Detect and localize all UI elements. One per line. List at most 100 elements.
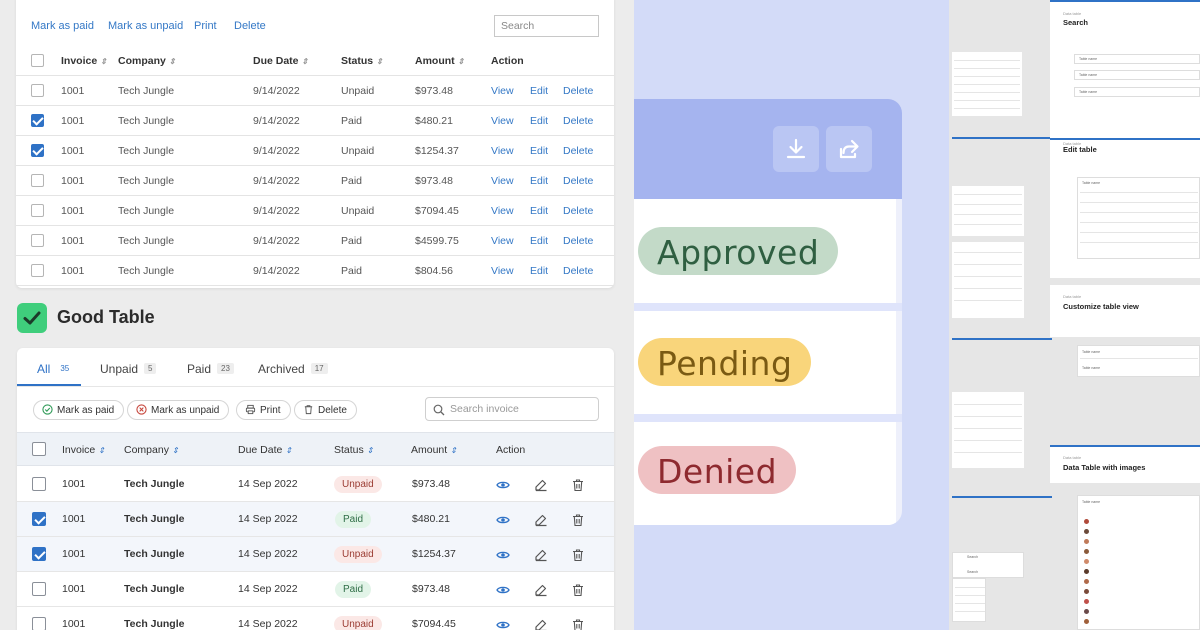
- edit-link[interactable]: Edit: [530, 85, 548, 97]
- tab-unpaid[interactable]: Unpaid 5: [100, 362, 157, 376]
- edit-pencil-icon[interactable]: [534, 548, 548, 565]
- avatar: [1084, 579, 1089, 584]
- table-row: 1001 Tech Jungle 14 Sep 2022 Unpaid $973.48: [17, 467, 614, 502]
- header-amount[interactable]: Amount ⇕: [411, 444, 457, 456]
- edit-link[interactable]: Edit: [530, 235, 548, 247]
- section-title-customize: Customize table view: [1063, 302, 1139, 311]
- row-checkbox[interactable]: [31, 144, 44, 157]
- row-checkbox[interactable]: [32, 582, 46, 596]
- delete-link[interactable]: Delete: [563, 265, 593, 277]
- delete-link[interactable]: Delete: [563, 175, 593, 187]
- pending-badge: Pending: [638, 338, 812, 386]
- view-eye-icon[interactable]: [496, 478, 510, 495]
- delete-trash-icon[interactable]: [571, 478, 585, 495]
- edit-link[interactable]: Edit: [530, 115, 548, 127]
- delete-link[interactable]: Delete: [563, 145, 593, 157]
- delete-trash-icon[interactable]: [571, 548, 585, 565]
- edit-link[interactable]: Edit: [530, 205, 548, 217]
- delete-trash-icon[interactable]: [571, 618, 585, 630]
- row-checkbox[interactable]: [31, 204, 44, 217]
- bad-select-all-checkbox[interactable]: [31, 54, 44, 67]
- section-title-images: Data Table with images: [1063, 463, 1146, 472]
- view-link[interactable]: View: [491, 115, 514, 127]
- delete-link[interactable]: Delete: [563, 235, 593, 247]
- row-checkbox[interactable]: [32, 512, 46, 526]
- trash-icon: [304, 405, 313, 415]
- view-link[interactable]: View: [491, 205, 514, 217]
- download-button[interactable]: [773, 126, 819, 172]
- bad-print-link[interactable]: Print: [194, 20, 217, 32]
- view-eye-icon[interactable]: [496, 583, 510, 600]
- view-link[interactable]: View: [491, 235, 514, 247]
- header-status[interactable]: Status ⇕: [334, 444, 373, 456]
- bad-mark-paid-link[interactable]: Mark as paid: [31, 20, 94, 32]
- header-invoice-label: Invoice: [62, 444, 96, 456]
- edit-link[interactable]: Edit: [530, 265, 548, 277]
- view-eye-icon[interactable]: [496, 548, 510, 565]
- mark-unpaid-button[interactable]: Mark as unpaid: [127, 400, 230, 420]
- bad-header-invoice[interactable]: Invoice: [61, 55, 97, 67]
- search-section-card: Data table Search Table name Table name …: [1050, 0, 1200, 128]
- tab-all[interactable]: All 35: [37, 362, 73, 376]
- tab-archived[interactable]: Archived 17: [258, 362, 328, 376]
- bad-header-company[interactable]: Company: [118, 55, 166, 67]
- view-link[interactable]: View: [491, 175, 514, 187]
- delete-link[interactable]: Delete: [563, 85, 593, 97]
- row-checkbox[interactable]: [31, 84, 44, 97]
- status-cell: Paid: [341, 115, 363, 127]
- avatar: [1084, 619, 1089, 624]
- avatar: [1084, 519, 1089, 524]
- row-checkbox[interactable]: [31, 234, 44, 247]
- delete-link[interactable]: Delete: [563, 205, 593, 217]
- edit-link[interactable]: Edit: [530, 145, 548, 157]
- header-invoice[interactable]: Invoice ⇕: [62, 444, 105, 456]
- bad-delete-link[interactable]: Delete: [234, 20, 266, 32]
- bad-header-amount[interactable]: Amount: [415, 55, 455, 67]
- view-eye-icon[interactable]: [496, 513, 510, 530]
- share-button[interactable]: [826, 126, 872, 172]
- tab-label: Unpaid: [100, 362, 139, 376]
- select-all-checkbox[interactable]: [32, 442, 46, 456]
- view-link[interactable]: View: [491, 85, 514, 97]
- status-cell: Unpaid: [341, 85, 375, 97]
- mini-table-name-card: Table name Table name: [1077, 345, 1200, 377]
- delete-trash-icon[interactable]: [571, 513, 585, 530]
- tab-paid[interactable]: Paid 23: [187, 362, 234, 376]
- mark-paid-button[interactable]: Mark as paid: [33, 400, 125, 420]
- invoice-cell: 1001: [62, 583, 86, 595]
- delete-button[interactable]: Delete: [294, 400, 357, 420]
- delete-trash-icon[interactable]: [571, 583, 585, 600]
- section-title-edit-table: Edit table: [1063, 145, 1097, 154]
- row-checkbox[interactable]: [31, 264, 44, 277]
- row-checkbox[interactable]: [31, 114, 44, 127]
- print-button[interactable]: Print: [236, 400, 291, 420]
- row-checkbox[interactable]: [32, 477, 46, 491]
- bad-header-due-date[interactable]: Due Date: [253, 55, 299, 67]
- left-panel: Mark as paid Mark as unpaid Print Delete…: [0, 0, 634, 630]
- search-invoice-input[interactable]: Search invoice: [425, 397, 599, 421]
- edit-pencil-icon[interactable]: [534, 618, 548, 630]
- mini-dropdown: [952, 578, 986, 622]
- header-due-date[interactable]: Due Date ⇕: [238, 444, 292, 456]
- view-link[interactable]: View: [491, 145, 514, 157]
- bad-header-status[interactable]: Status: [341, 55, 373, 67]
- good-table-card: All 35 Unpaid 5 Paid 23 Archived 17 Mark as pai…: [17, 348, 614, 630]
- row-checkbox[interactable]: [31, 174, 44, 187]
- bad-search-input[interactable]: Search: [494, 15, 599, 37]
- row-checkbox[interactable]: [32, 617, 46, 630]
- edit-link[interactable]: Edit: [530, 175, 548, 187]
- row-checkbox[interactable]: [32, 547, 46, 561]
- section-divider: [952, 137, 1052, 139]
- header-company[interactable]: Company ⇕: [124, 444, 179, 456]
- status-card-header: [634, 99, 902, 199]
- edit-pencil-icon[interactable]: [534, 478, 548, 495]
- view-link[interactable]: View: [491, 265, 514, 277]
- delete-link[interactable]: Delete: [563, 115, 593, 127]
- mark-paid-label: Mark as paid: [57, 405, 115, 416]
- edit-pencil-icon[interactable]: [534, 583, 548, 600]
- print-label: Print: [260, 405, 281, 416]
- edit-pencil-icon[interactable]: [534, 513, 548, 530]
- bad-table-row: 1001 Tech Jungle 9/14/2022 Paid $804.56 View E…: [16, 256, 614, 286]
- view-eye-icon[interactable]: [496, 618, 510, 630]
- bad-mark-unpaid-link[interactable]: Mark as unpaid: [108, 20, 183, 32]
